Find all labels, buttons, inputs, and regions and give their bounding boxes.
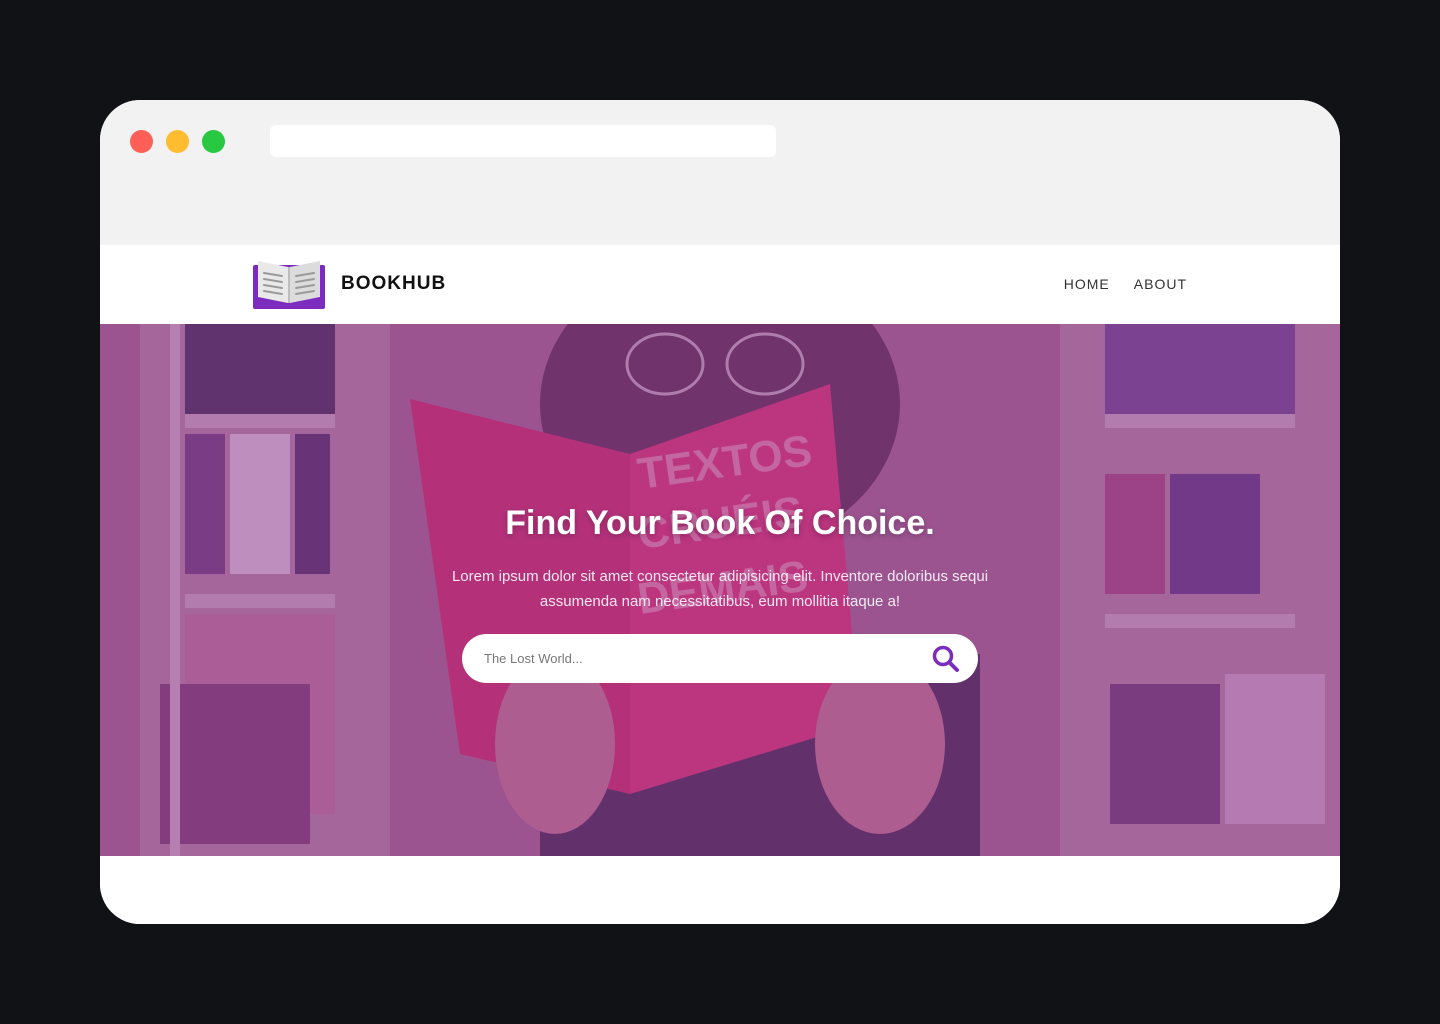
hero-title: Find Your Book Of Choice.: [505, 504, 935, 542]
hero-section: TEXTOS CRUÉIS DEMAIS Find Your Book Of C…: [100, 324, 1340, 856]
brand-name[interactable]: BOOKHUB: [341, 273, 446, 295]
search-input[interactable]: [484, 642, 904, 675]
close-window-dot[interactable]: [130, 130, 153, 153]
nav-link-home[interactable]: HOME: [1064, 276, 1110, 292]
search-bar: [462, 634, 978, 683]
maximize-window-dot[interactable]: [202, 130, 225, 153]
nav-links: HOME ABOUT: [1064, 276, 1187, 292]
open-book-icon: [253, 261, 325, 309]
minimize-window-dot[interactable]: [166, 130, 189, 153]
hero-subtitle: Lorem ipsum dolor sit amet consectetur a…: [451, 568, 989, 610]
site-navbar: BOOKHUB HOME ABOUT: [100, 245, 1340, 324]
browser-window: BOOKHUB HOME ABOUT TEXTOS CRUÉIS DEMAIS …: [100, 100, 1340, 924]
nav-link-about[interactable]: ABOUT: [1134, 276, 1187, 292]
search-icon[interactable]: [930, 643, 962, 675]
page-content-area: [100, 856, 1340, 924]
address-bar[interactable]: [270, 125, 776, 157]
browser-chrome: [100, 100, 1340, 245]
